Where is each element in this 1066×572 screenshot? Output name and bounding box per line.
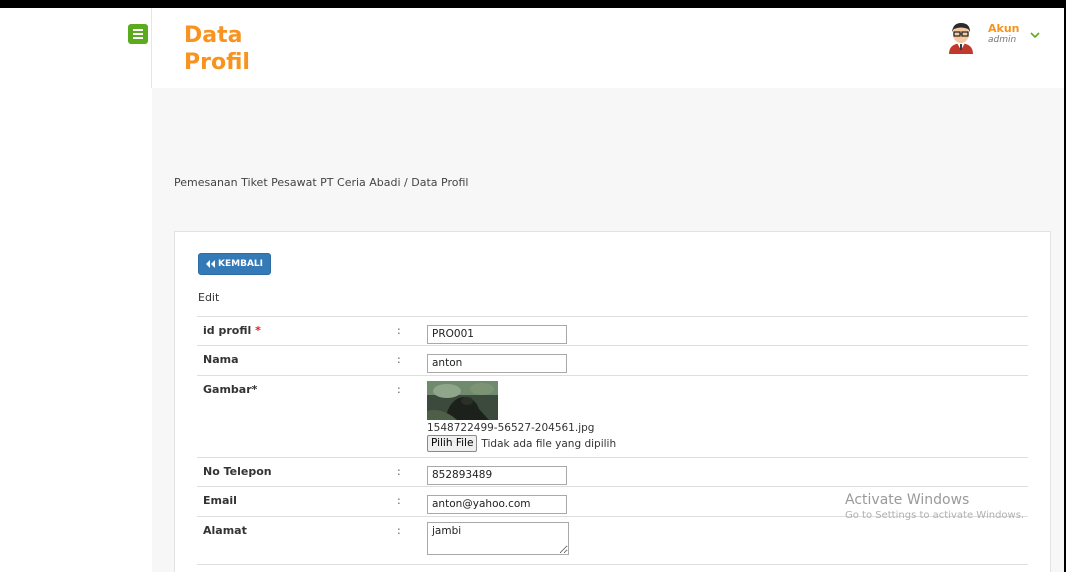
edit-form: id profil * : Nama : Gambar* : [197,316,1028,572]
watermark-subtitle: Go to Settings to activate Windows. [845,510,1025,521]
menu-icon-bar [133,33,143,35]
choose-file-button[interactable]: Pilih File [427,435,478,452]
account-role: admin [988,35,1017,45]
alamat-textarea[interactable]: jambi [427,522,569,555]
form-row-next [197,564,1028,572]
id-profil-label: id profil [203,324,252,337]
alamat-label: Alamat [203,524,247,537]
breadcrumb: Pemesanan Tiket Pesawat PT Ceria Abadi /… [174,176,469,189]
back-button-label: KEMBALI [218,259,263,269]
current-filename: 1548722499-56527-204561.jpg [427,422,595,434]
colon: : [397,465,401,478]
profile-image-thumbnail [427,381,498,420]
window-top-border [0,0,1066,8]
menu-icon-bar [133,29,143,31]
user-avatar-icon [944,20,978,54]
required-mark: * [255,324,261,337]
telepon-input[interactable] [427,465,567,485]
watermark-title: Activate Windows [845,492,970,508]
form-row-id-profil: id profil * : [197,316,1028,345]
form-row-nama: Nama : [197,345,1028,375]
email-label: Email [203,494,237,507]
colon: : [397,383,401,396]
telepon-label: No Telepon [203,465,272,478]
page-title: Data Profil [184,23,250,75]
form-row-telepon: No Telepon : [197,457,1028,486]
form-mode-label: Edit [198,291,220,304]
file-status-text: Tidak ada file yang dipilih [481,437,617,450]
colon: : [397,324,401,337]
id-profil-input[interactable] [427,324,567,344]
menu-toggle-button[interactable] [128,24,148,44]
colon: : [397,494,401,507]
sidebar-divider [151,8,152,88]
email-input[interactable] [427,494,567,514]
account-name: Akun [988,22,1020,35]
gambar-label: Gambar* [203,383,258,396]
form-row-gambar: Gambar* : 1548722499-56527-204561.jpg Pi… [197,375,1028,457]
colon: : [397,524,401,537]
nama-label: Nama [203,353,239,366]
windows-activation-watermark: Activate Windows Go to Settings to activ… [845,492,1024,522]
back-button[interactable]: KEMBALI [198,253,271,275]
double-chevron-left-icon [206,260,215,268]
colon: : [397,353,401,366]
chevron-down-icon[interactable] [1029,32,1040,39]
menu-icon-bar [133,37,143,39]
account-menu[interactable]: Akun admin [944,20,1040,54]
nama-input[interactable] [427,353,567,373]
form-row-alamat: Alamat : jambi [197,516,1028,564]
